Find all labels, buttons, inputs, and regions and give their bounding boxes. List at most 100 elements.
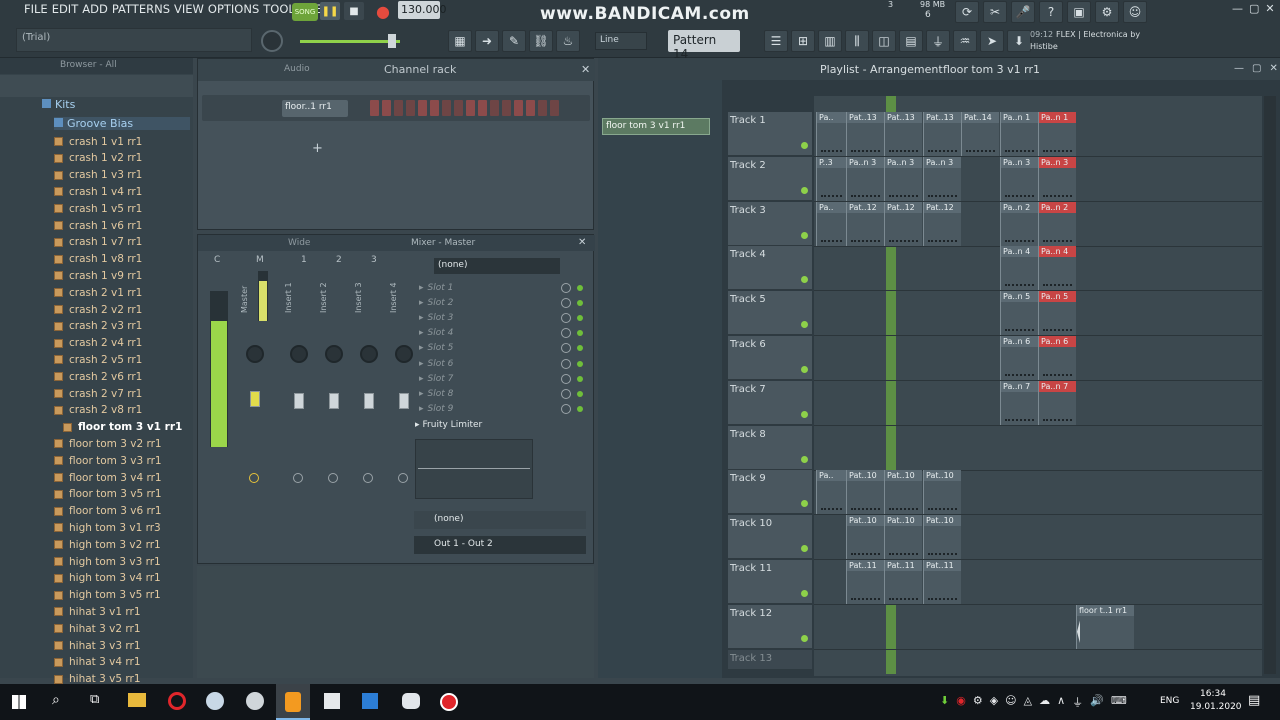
wave-icon[interactable]: ♒ bbox=[953, 30, 977, 52]
menu-item-edit[interactable]: EDIT bbox=[50, 2, 81, 16]
browser-file-item[interactable]: crash 1 v2 rr1 bbox=[0, 150, 190, 167]
browser-file-item[interactable]: high tom 3 v5 rr1 bbox=[0, 587, 190, 604]
slot-enable-led[interactable] bbox=[577, 314, 583, 321]
pattern-clip[interactable]: Pa..n 2 bbox=[1000, 201, 1038, 246]
pattern-clip[interactable]: Pa.. bbox=[816, 470, 846, 515]
maximize-icon[interactable]: ▢ bbox=[1249, 2, 1259, 15]
channel-filter[interactable]: Audio bbox=[284, 64, 344, 78]
step-button[interactable] bbox=[394, 100, 403, 116]
browser-file-item[interactable]: crash 1 v6 rr1 bbox=[0, 217, 190, 234]
browser-file-item[interactable]: crash 1 v5 rr1 bbox=[0, 200, 190, 217]
master-volume-knob[interactable] bbox=[261, 30, 283, 52]
route-indicator[interactable] bbox=[328, 473, 338, 483]
keyboard-layout-icon[interactable]: ⌨ bbox=[1111, 694, 1127, 710]
step-button[interactable] bbox=[454, 100, 463, 116]
mixer-slot[interactable]: ▸ Slot 5 bbox=[415, 341, 587, 356]
volume-fader[interactable] bbox=[364, 393, 374, 409]
close-icon[interactable]: ✕ bbox=[578, 237, 586, 248]
pattern-clip[interactable]: Pa..n 7 bbox=[1000, 380, 1038, 425]
pattern-clip[interactable]: Pat..10 bbox=[923, 470, 961, 515]
pattern-clip[interactable]: Pa..n 6 bbox=[1000, 336, 1038, 380]
steam-tray-icon[interactable]: ⚙ bbox=[973, 694, 983, 710]
playlist-breadcrumb[interactable]: floor tom 3 v1 rr1 bbox=[943, 63, 1040, 76]
windows-start-icon[interactable] bbox=[12, 695, 26, 709]
play-button[interactable]: ❚❚ bbox=[320, 2, 340, 20]
mixer-slot[interactable]: ▸ Slot 4 bbox=[415, 326, 587, 341]
track-enable-led[interactable] bbox=[801, 500, 808, 508]
step-button[interactable] bbox=[406, 100, 415, 116]
pianoroll-icon[interactable]: ⊞ bbox=[791, 30, 815, 52]
menu-item-options[interactable]: OPTIONS bbox=[206, 2, 261, 16]
preset-select[interactable]: (none) bbox=[434, 258, 560, 274]
pattern-clip[interactable]: Pat..12 bbox=[884, 201, 922, 246]
pattern-clip[interactable]: Pat..10 bbox=[846, 470, 884, 515]
eq-band-faders[interactable] bbox=[538, 439, 584, 499]
menu-item-view[interactable]: VIEW bbox=[172, 2, 206, 16]
track-enable-led[interactable] bbox=[801, 634, 808, 642]
browser-icon[interactable]: ▤ bbox=[899, 30, 923, 52]
mixer-slot[interactable]: ▸ Slot 1 bbox=[415, 280, 587, 295]
track-header[interactable]: Track 8 bbox=[728, 425, 812, 470]
slot-enable-led[interactable] bbox=[577, 390, 583, 397]
mixer-icon[interactable]: ⫼ bbox=[845, 30, 869, 52]
browser-file-item[interactable]: hihat 3 v2 rr1 bbox=[0, 620, 190, 637]
pattern-clip[interactable]: Pa..n 1 bbox=[1000, 112, 1038, 156]
chat-icon[interactable]: ☺ bbox=[1123, 1, 1147, 23]
kits-folder[interactable]: Kits bbox=[42, 98, 75, 111]
slot-mix-knob[interactable] bbox=[561, 343, 571, 354]
pattern-clip[interactable]: Pa..n 5 bbox=[1000, 291, 1038, 336]
stamp-icon[interactable]: ♨ bbox=[556, 30, 580, 52]
usb-icon[interactable]: ⏚ bbox=[1072, 694, 1083, 710]
save-icon[interactable]: ▣ bbox=[1067, 1, 1091, 23]
step-button[interactable] bbox=[550, 100, 559, 116]
plug-icon[interactable]: ⏚ bbox=[926, 30, 950, 52]
close-icon[interactable]: ✕ bbox=[1269, 63, 1277, 74]
browser-file-item[interactable]: floor tom 3 v4 rr1 bbox=[0, 469, 190, 486]
record-tray-icon[interactable]: ◉ bbox=[956, 694, 966, 710]
browser-file-item[interactable]: crash 1 v8 rr1 bbox=[0, 251, 190, 268]
pattern-clip[interactable]: Pa..n 6 bbox=[1038, 336, 1076, 380]
pattern-clip[interactable]: P..3 bbox=[816, 156, 846, 201]
step-button[interactable] bbox=[382, 100, 391, 116]
volume-fader[interactable] bbox=[329, 393, 339, 409]
step-button[interactable] bbox=[418, 100, 427, 116]
pattern-clip[interactable]: Pa..n 3 bbox=[884, 156, 922, 201]
pattern-clip[interactable]: Pat..10 bbox=[923, 515, 961, 560]
browser-file-item[interactable]: crash 2 v7 rr1 bbox=[0, 385, 190, 402]
stop-button[interactable]: ■ bbox=[344, 2, 364, 20]
pattern-clip[interactable]: Pat..11 bbox=[846, 560, 884, 604]
pattern-clip[interactable]: Pa..n 4 bbox=[1000, 246, 1038, 291]
browser-file-item[interactable]: crash 1 v1 rr1 bbox=[0, 133, 190, 150]
menu-item-add[interactable]: ADD bbox=[80, 2, 110, 16]
record-button[interactable]: ● bbox=[372, 1, 394, 21]
download-arrow-icon[interactable]: ⬇ bbox=[940, 694, 949, 710]
route-indicator[interactable] bbox=[363, 473, 373, 483]
slot-mix-knob[interactable] bbox=[561, 282, 571, 293]
pattern-clip[interactable]: Pa..n 1 bbox=[1038, 112, 1076, 156]
tools-icon[interactable]: ✂ bbox=[983, 1, 1007, 23]
photoshop-icon[interactable] bbox=[362, 693, 378, 709]
add-channel-button[interactable]: + bbox=[312, 141, 323, 156]
pattern-clip[interactable]: Pa..n 3 bbox=[1000, 156, 1038, 201]
track-header[interactable]: Track 7 bbox=[728, 380, 812, 425]
slot-enable-led[interactable] bbox=[577, 330, 583, 337]
track-header[interactable]: Track 2 bbox=[728, 156, 812, 201]
steam-icon[interactable] bbox=[206, 692, 224, 710]
tempo-display[interactable]: 130.000 bbox=[398, 1, 447, 19]
search-icon[interactable]: ⌕ bbox=[52, 692, 60, 708]
song-mode-toggle[interactable]: SONG bbox=[292, 3, 318, 21]
pan-knob[interactable] bbox=[395, 345, 413, 363]
slot-mix-knob[interactable] bbox=[561, 328, 571, 339]
pan-knob[interactable] bbox=[325, 345, 343, 363]
playlist-icon[interactable]: ☰ bbox=[764, 30, 788, 52]
pattern-clip[interactable]: Pat..14 bbox=[961, 112, 999, 156]
pattern-clip[interactable]: Pa..n 2 bbox=[1038, 201, 1076, 246]
browser-file-item[interactable]: crash 2 v5 rr1 bbox=[0, 351, 190, 368]
browser-file-item[interactable]: crash 2 v4 rr1 bbox=[0, 335, 190, 352]
refresh-icon[interactable]: ⟳ bbox=[955, 1, 979, 23]
pattern-clip[interactable]: Pat..13 bbox=[846, 112, 884, 156]
browser-file-item[interactable]: crash 1 v9 rr1 bbox=[0, 267, 190, 284]
browser-file-item[interactable]: crash 2 v6 rr1 bbox=[0, 368, 190, 385]
pattern-clip[interactable]: Pat..13 bbox=[884, 112, 922, 156]
pattern-clip[interactable]: Pa..n 3 bbox=[1038, 156, 1076, 201]
